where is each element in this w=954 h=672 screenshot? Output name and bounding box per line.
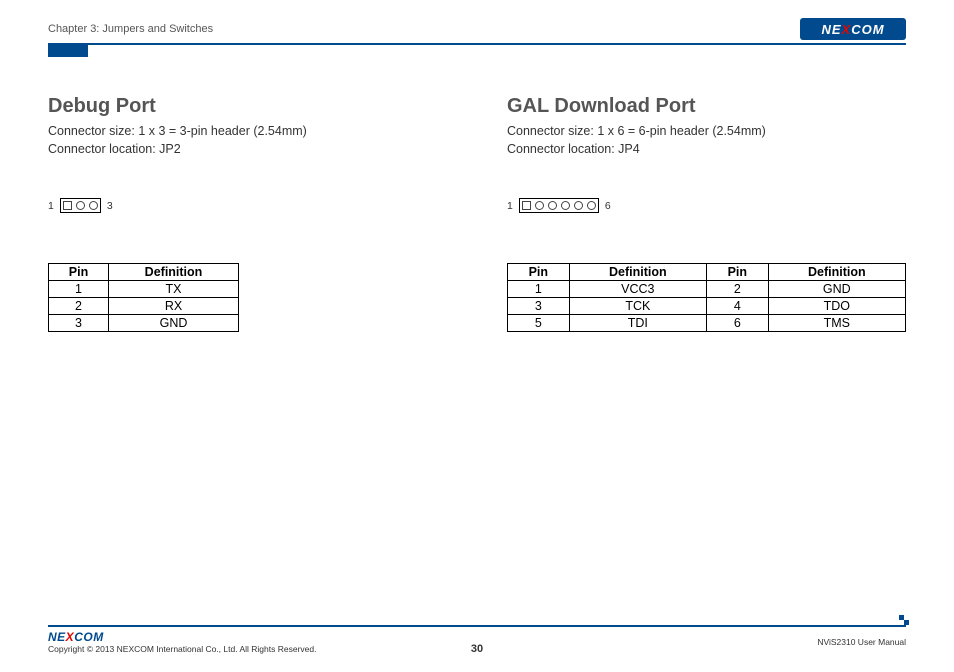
diag-right-num: 3: [107, 200, 113, 212]
table-row: 5TDI 6TMS: [508, 315, 906, 332]
debug-table: Pin Definition 1TX 2RX 3GND: [48, 263, 239, 332]
corner-mark-icon: [899, 615, 909, 625]
header-rule: [48, 43, 906, 45]
pin-1-square: [63, 201, 72, 210]
table-row: 1VCC3 2GND: [508, 281, 906, 298]
cell: 2: [49, 298, 109, 315]
brand-post: COM: [74, 630, 104, 644]
cell: TX: [109, 281, 239, 298]
cell: TMS: [768, 315, 905, 332]
table-row: 1TX: [49, 281, 239, 298]
manual-name: NViS2310 User Manual: [817, 637, 906, 647]
gal-size: Connector size: 1 x 6 = 6-pin header (2.…: [507, 122, 906, 140]
cell: GND: [768, 281, 905, 298]
pin-1-square: [522, 201, 531, 210]
cell: VCC3: [569, 281, 706, 298]
th-pin: Pin: [49, 264, 109, 281]
brand-pre: NE: [821, 22, 841, 37]
footer-logo: NEXCOM: [48, 630, 104, 644]
gal-port-title: GAL Download Port: [507, 95, 906, 118]
th-pin: Pin: [508, 264, 570, 281]
cell: 3: [49, 315, 109, 332]
pin-2-circle: [76, 201, 85, 210]
diag-left-num: 1: [507, 200, 513, 212]
gal-loc: Connector location: JP4: [507, 140, 906, 158]
cell: TDI: [569, 315, 706, 332]
pin-header-3: [60, 198, 101, 213]
diag-left-num: 1: [48, 200, 54, 212]
brand-x: X: [842, 22, 852, 37]
debug-size: Connector size: 1 x 3 = 3-pin header (2.…: [48, 122, 447, 140]
diag-right-num: 6: [605, 200, 611, 212]
cell: 3: [508, 298, 570, 315]
gal-table: Pin Definition Pin Definition 1VCC3 2GND…: [507, 263, 906, 332]
cell: 4: [706, 298, 768, 315]
page-number: 30: [471, 643, 483, 655]
cell: RX: [109, 298, 239, 315]
debug-port-title: Debug Port: [48, 95, 447, 118]
cell: 1: [508, 281, 570, 298]
table-row: 3GND: [49, 315, 239, 332]
pin-header-6: [519, 198, 599, 213]
th-def: Definition: [109, 264, 239, 281]
cell: 2: [706, 281, 768, 298]
pin-3-circle: [89, 201, 98, 210]
page-footer: NEXCOM Copyright © 2013 NEXCOM Internati…: [48, 625, 906, 654]
pin-3-circle: [548, 201, 557, 210]
table-row: 2RX: [49, 298, 239, 315]
cell: TCK: [569, 298, 706, 315]
cell: 1: [49, 281, 109, 298]
cell: 5: [508, 315, 570, 332]
brand-pre: NE: [48, 630, 66, 644]
brand-post: COM: [851, 22, 884, 37]
chapter-label: Chapter 3: Jumpers and Switches: [48, 23, 213, 35]
pin-2-circle: [535, 201, 544, 210]
cell: TDO: [768, 298, 905, 315]
debug-loc: Connector location: JP2: [48, 140, 447, 158]
pin-6-circle: [587, 201, 596, 210]
gal-diagram: 1 6: [507, 198, 906, 213]
th-pin: Pin: [706, 264, 768, 281]
copyright-text: Copyright © 2013 NEXCOM International Co…: [48, 644, 316, 654]
cell: GND: [109, 315, 239, 332]
brand-logo: NEXCOM: [800, 18, 906, 40]
blue-tab: [48, 45, 88, 57]
debug-port-section: Debug Port Connector size: 1 x 3 = 3-pin…: [48, 95, 447, 332]
cell: 6: [706, 315, 768, 332]
pin-5-circle: [574, 201, 583, 210]
pin-4-circle: [561, 201, 570, 210]
th-def: Definition: [768, 264, 905, 281]
brand-x: X: [66, 630, 75, 644]
debug-diagram: 1 3: [48, 198, 447, 213]
gal-port-section: GAL Download Port Connector size: 1 x 6 …: [507, 95, 906, 332]
footer-rule: [48, 625, 906, 627]
th-def: Definition: [569, 264, 706, 281]
table-row: 3TCK 4TDO: [508, 298, 906, 315]
